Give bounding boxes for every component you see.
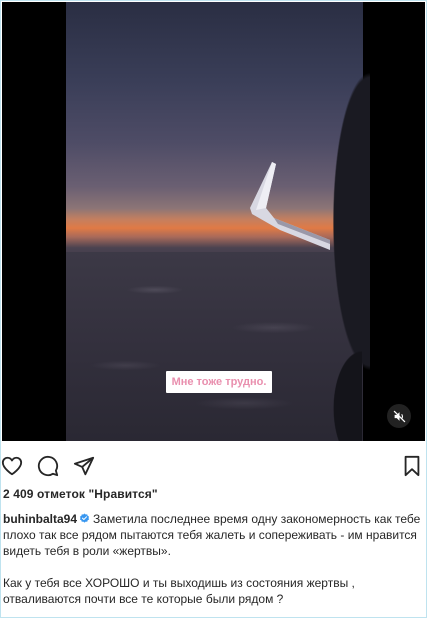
paper-plane-icon [73,456,95,476]
window-frame-corner [282,332,362,441]
likes-count[interactable]: 2 409 отметок "Нравится" [3,487,158,501]
save-button[interactable] [400,454,424,478]
comment-bubble-icon [37,455,59,477]
bookmark-icon [404,455,420,477]
post-caption: buhinbalta94 Заметила последнее время одн… [3,511,423,618]
airplane-wing [250,162,330,250]
post-media[interactable]: Мне тоже трудно. [2,2,425,441]
story-text-overlay: Мне тоже трудно. [166,371,272,393]
mute-toggle-button[interactable] [387,404,411,428]
post-actions-bar [0,452,427,478]
comment-button[interactable] [36,454,60,478]
heart-icon [1,456,23,476]
share-button[interactable] [72,454,96,478]
like-button[interactable] [0,454,24,478]
speaker-muted-icon [393,410,405,422]
caption-username[interactable]: buhinbalta94 [3,512,77,526]
verified-badge-icon [79,513,90,523]
caption-text-2: Как у тебя все ХОРОШО и ты выходишь из с… [3,576,355,606]
